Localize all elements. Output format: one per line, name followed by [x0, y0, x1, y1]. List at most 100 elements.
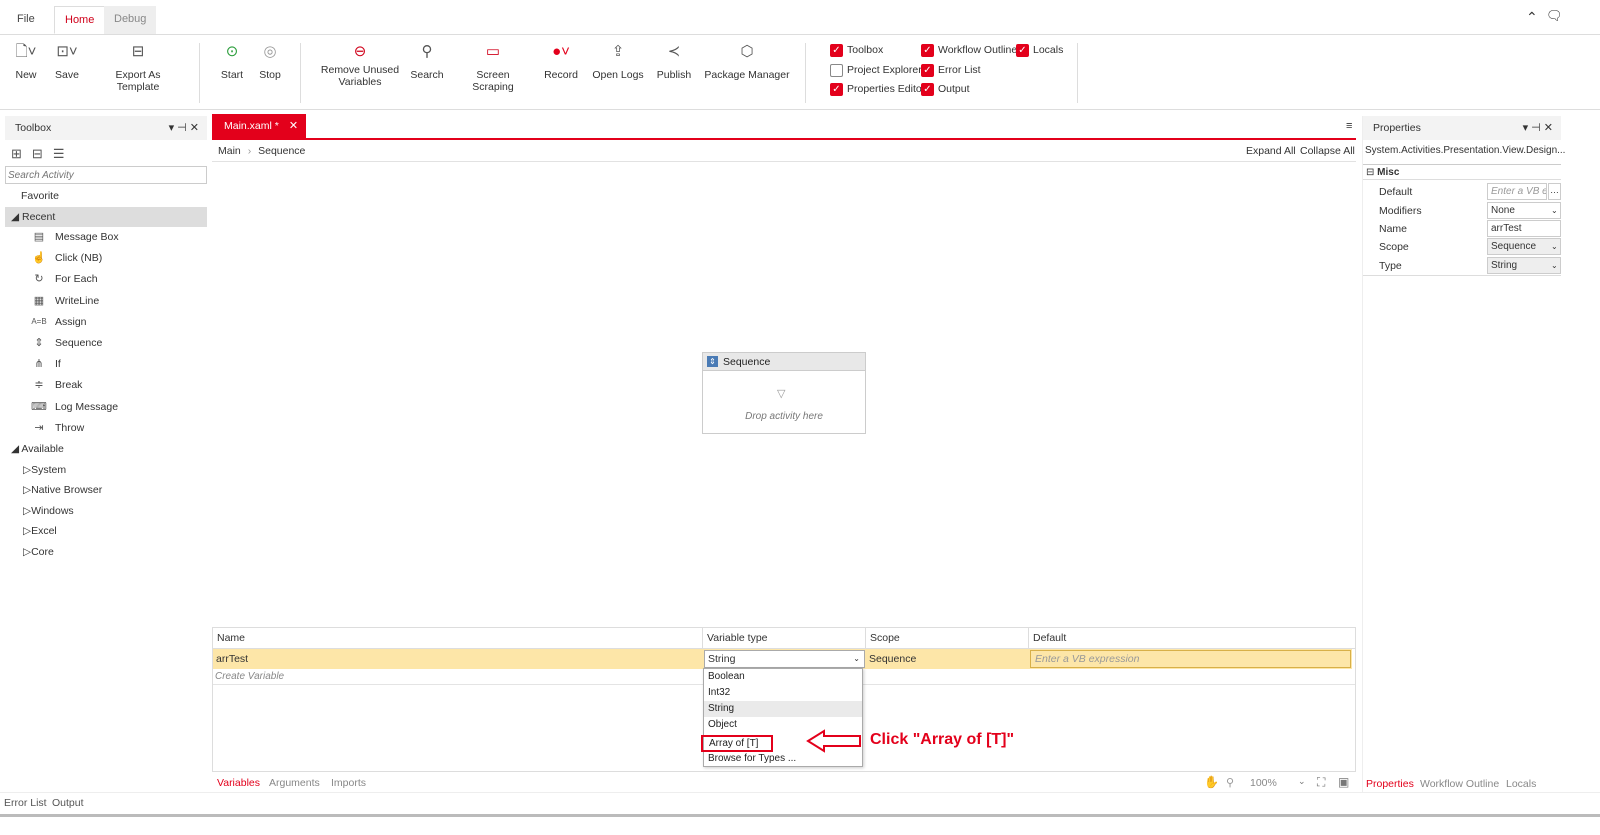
- breadcrumb-sequence[interactable]: Sequence: [258, 145, 305, 157]
- properties-category[interactable]: ⊟ Misc: [1363, 164, 1561, 180]
- output-toggle[interactable]: ✓ Output: [921, 82, 970, 98]
- toolbox-category[interactable]: ▷Native Browser: [5, 480, 207, 500]
- dropdown-option-boolean[interactable]: Boolean: [704, 669, 862, 685]
- toolbox-item[interactable]: ⋔ If: [5, 354, 207, 374]
- toolbox-item[interactable]: ↻ For Each: [5, 269, 207, 289]
- stop-button[interactable]: ◎ Stop: [256, 41, 284, 81]
- ellipsis-button[interactable]: …: [1548, 183, 1561, 200]
- properties-editor-toggle[interactable]: ✓ Properties Editor: [830, 82, 925, 98]
- zoom-icon[interactable]: ⚲: [1226, 776, 1234, 789]
- expand-all-icon[interactable]: ⊞: [11, 146, 32, 161]
- toolbox-available-group[interactable]: ◢ Available: [5, 439, 207, 459]
- list-icon[interactable]: ☰: [53, 146, 75, 161]
- toolbox-item[interactable]: ⇥ Throw: [5, 418, 207, 438]
- remove-unused-variables-button[interactable]: ⊖ Remove Unused Variables: [320, 41, 400, 88]
- toolbox-category[interactable]: ▷Windows: [5, 501, 207, 521]
- tab-home[interactable]: Home: [54, 6, 106, 34]
- toolbox-item[interactable]: ▤ Message Box: [5, 227, 207, 247]
- column-header-scope[interactable]: Scope: [866, 628, 1029, 648]
- property-value[interactable]: Sequence: [1487, 238, 1561, 255]
- locals-toggle[interactable]: ✓ Locals: [1016, 43, 1063, 59]
- collapse-all-link[interactable]: Collapse All: [1300, 145, 1355, 157]
- variable-default-cell[interactable]: Enter a VB expression: [1029, 649, 1352, 669]
- dropdown-option-array[interactable]: Array of [T]: [701, 735, 773, 752]
- tab-output[interactable]: Output: [52, 797, 84, 809]
- search-activity-input[interactable]: [5, 166, 207, 184]
- column-header-default[interactable]: Default: [1029, 628, 1355, 648]
- toolbox-item[interactable]: ⌨ Log Message: [5, 397, 207, 417]
- property-row[interactable]: Type String ⌄: [1363, 257, 1561, 275]
- export-template-button[interactable]: ⊟ Export As Template: [94, 41, 182, 93]
- toolbox-category[interactable]: ▷Excel: [5, 521, 207, 541]
- tab-menu-icon[interactable]: ≡: [1346, 120, 1352, 132]
- property-value[interactable]: String: [1487, 257, 1561, 274]
- variable-type-select[interactable]: String ⌄: [704, 650, 865, 668]
- variable-scope-cell[interactable]: Sequence: [866, 649, 1029, 669]
- property-value[interactable]: Enter a VB e: [1487, 183, 1547, 200]
- toolbox-item[interactable]: ☝ Click (NB): [5, 248, 207, 268]
- dropdown-option-string[interactable]: String: [704, 701, 862, 717]
- property-row[interactable]: Name arrTest: [1363, 220, 1561, 238]
- toolbox-category[interactable]: ▷System: [5, 460, 207, 480]
- create-variable-link[interactable]: Create Variable: [215, 671, 284, 682]
- overview-icon[interactable]: ▣: [1338, 775, 1349, 789]
- record-button[interactable]: ●˅ Record: [542, 41, 580, 81]
- dropdown-option-browse[interactable]: Browse for Types ...: [704, 751, 862, 767]
- tab-arguments[interactable]: Arguments: [269, 777, 320, 789]
- close-icon[interactable]: ✕: [289, 120, 298, 132]
- toolbox-actions[interactable]: ⊞⊟☰: [11, 146, 74, 162]
- property-row[interactable]: Modifiers None ⌄: [1363, 202, 1561, 220]
- collapse-all-icon[interactable]: ⊟: [32, 146, 53, 161]
- error-list-toggle[interactable]: ✓ Error List: [921, 63, 981, 79]
- project-explorer-toggle[interactable]: Project Explorer: [830, 63, 922, 79]
- hand-pan-icon[interactable]: ✋: [1204, 775, 1219, 789]
- toolbox-category[interactable]: ▷Core: [5, 542, 207, 562]
- document-tab[interactable]: Main.xaml * ✕: [212, 114, 306, 138]
- screen-scraping-button[interactable]: ▭ Screen Scraping: [456, 41, 530, 93]
- toolbox-item[interactable]: ▦ WriteLine: [5, 291, 207, 311]
- sequence-activity[interactable]: ⇕ Sequence ▽ Drop activity here: [702, 352, 866, 434]
- open-logs-button[interactable]: ⇪ Open Logs: [592, 41, 644, 81]
- tab-error-list[interactable]: Error List: [4, 797, 47, 809]
- tab-workflow-outline[interactable]: Workflow Outline: [1420, 778, 1499, 790]
- fit-screen-icon[interactable]: ⛶: [1317, 775, 1325, 790]
- toolbox-item[interactable]: A=B Assign: [5, 312, 207, 332]
- expand-all-link[interactable]: Expand All: [1246, 145, 1296, 157]
- tab-imports[interactable]: Imports: [331, 777, 366, 789]
- package-manager-button[interactable]: ⬡ Package Manager: [704, 41, 790, 81]
- column-header-name[interactable]: Name: [213, 628, 703, 648]
- new-button[interactable]: 🗋˅ New: [12, 41, 40, 81]
- toolbox-favorite[interactable]: Favorite: [5, 186, 207, 206]
- publish-button[interactable]: ≺ Publish: [654, 41, 694, 81]
- column-header-type[interactable]: Variable type: [703, 628, 866, 648]
- dropdown-option-int32[interactable]: Int32: [704, 685, 862, 701]
- ribbon-divider: [300, 43, 301, 103]
- tab-debug[interactable]: Debug: [104, 6, 157, 34]
- tab-locals[interactable]: Locals: [1506, 778, 1536, 790]
- workflow-outline-toggle[interactable]: ✓ Workflow Outline: [921, 43, 1017, 59]
- property-value[interactable]: None: [1487, 202, 1561, 219]
- collapse-ribbon-icon[interactable]: ⌃: [1526, 9, 1538, 26]
- tab-file[interactable]: File: [7, 6, 45, 34]
- feedback-icon[interactable]: 🗨: [1546, 8, 1563, 24]
- search-button[interactable]: ⚲ Search: [408, 41, 446, 81]
- panel-controls[interactable]: ▾ ⊣ ✕: [1523, 116, 1553, 140]
- breadcrumb-main[interactable]: Main: [218, 145, 241, 157]
- variable-type-cell[interactable]: String ⌄: [703, 649, 866, 669]
- panel-controls[interactable]: ▾ ⊣ ✕: [169, 116, 199, 140]
- toolbox-item[interactable]: ≑ Break: [5, 375, 207, 395]
- toolbox-toggle[interactable]: ✓ Toolbox: [830, 43, 883, 59]
- tab-properties[interactable]: Properties: [1366, 778, 1414, 790]
- zoom-chevron-down-icon[interactable]: ⌄: [1298, 776, 1306, 787]
- save-button[interactable]: ⊡˅ Save: [52, 41, 82, 81]
- toolbox-item[interactable]: ⇕ Sequence: [5, 333, 207, 353]
- toolbox-recent-group[interactable]: ◢ Recent: [5, 207, 207, 227]
- variable-name-cell[interactable]: arrTest: [213, 649, 703, 669]
- zoom-level[interactable]: 100%: [1250, 777, 1277, 789]
- property-value[interactable]: arrTest: [1487, 220, 1561, 237]
- default-expression-input[interactable]: Enter a VB expression: [1030, 650, 1351, 668]
- tab-variables[interactable]: Variables: [217, 777, 260, 789]
- start-button[interactable]: ⊙ Start: [218, 41, 246, 81]
- property-row[interactable]: Default Enter a VB e…: [1363, 183, 1561, 201]
- property-row[interactable]: Scope Sequence ⌄: [1363, 238, 1561, 256]
